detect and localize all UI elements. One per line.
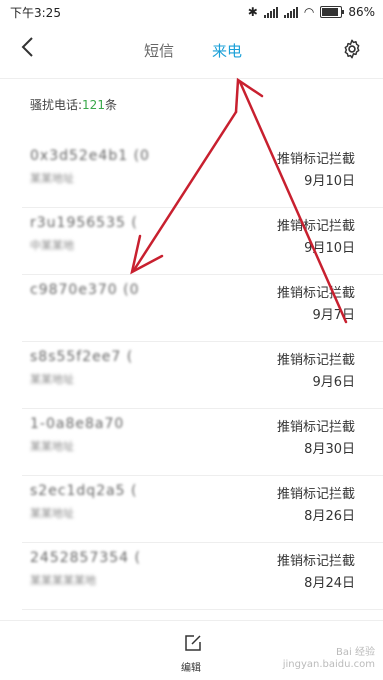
status-icons: ✱ ◠ 86% (248, 5, 375, 19)
watermark-url: jingyan.baidu.com (282, 659, 375, 670)
call-number: r3u1956535 ( (30, 215, 138, 231)
call-date: 8月26日 (304, 509, 355, 524)
call-date: 9月6日 (312, 375, 355, 390)
wifi-icon: ◠ (303, 5, 315, 19)
call-date: 8月24日 (304, 576, 355, 591)
call-number: c9870e370 (0 (30, 282, 140, 298)
watermark-brand: Bai 经验 (336, 647, 375, 658)
call-date: 9月10日 (304, 241, 355, 256)
call-location: 某某地址 (30, 172, 74, 185)
row-divider (22, 609, 383, 610)
tab-sms[interactable]: 短信 (144, 40, 174, 61)
signal-icon (263, 6, 278, 18)
chevron-left-icon (21, 37, 33, 57)
call-row[interactable]: s2ec1dq2a5 ( 某某地址 推销标记拦截 8月26日 (0, 475, 383, 543)
call-row[interactable]: 0x3d52e4b1 (0 某某地址 推销标记拦截 9月10日 (0, 140, 383, 208)
call-date: 9月10日 (304, 174, 355, 189)
call-location: 某某地址 (30, 440, 74, 453)
call-row[interactable]: c9870e370 (0 推销标记拦截 9月7日 (0, 274, 383, 342)
battery-icon (320, 6, 345, 18)
call-number: s8s55f2ee7 ( (30, 349, 134, 365)
call-tag: 推销标记拦截 (276, 219, 355, 234)
battery-percent: 86% (348, 5, 375, 19)
call-number: 0x3d52e4b1 (0 (30, 148, 150, 164)
call-number: 2452857354 ( (30, 550, 141, 566)
back-button[interactable] (20, 36, 48, 64)
bluetooth-icon: ✱ (247, 5, 258, 19)
call-date: 9月7日 (312, 308, 355, 323)
nav-divider (0, 78, 383, 79)
signal-icon-2 (283, 6, 298, 18)
call-tag: 推销标记拦截 (276, 286, 355, 301)
spam-count-unit: 条 (104, 98, 117, 112)
call-location: 某某某某某地 (30, 574, 96, 587)
watermark: Bai 经验 jingyan.baidu.com (283, 647, 375, 671)
call-location: 中某某地 (30, 239, 74, 252)
call-number: 1-0a8e8a70 (30, 416, 125, 432)
call-tag: 推销标记拦截 (276, 554, 355, 569)
edit-label[interactable]: 编辑 (181, 659, 201, 674)
call-date: 8月30日 (304, 442, 355, 457)
tab-calls[interactable]: 来电 (212, 40, 242, 61)
spam-count: 骚扰电话:121条 (30, 96, 117, 113)
nav-bar: 短信 来电 (0, 28, 383, 72)
status-bar: 下午3:25 ✱ ◠ 86% (0, 0, 383, 24)
call-row[interactable]: s8s55f2ee7 ( 某某地址 推销标记拦截 9月6日 (0, 341, 383, 409)
call-tag: 推销标记拦截 (276, 487, 355, 502)
call-number: s2ec1dq2a5 ( (30, 483, 138, 499)
call-row[interactable]: 2452857354 ( 某某某某某地 推销标记拦截 8月24日 (0, 542, 383, 610)
call-row[interactable]: r3u1956535 ( 中某某地 推销标记拦截 9月10日 (0, 207, 383, 275)
spam-count-label: 骚扰电话: (30, 98, 83, 112)
call-location: 某某地址 (30, 507, 74, 520)
call-tag: 推销标记拦截 (276, 420, 355, 435)
call-tag: 推销标记拦截 (276, 353, 355, 368)
gear-icon (344, 39, 360, 59)
call-location: 某某地址 (30, 373, 74, 386)
edit-button[interactable] (183, 633, 203, 653)
arrow-to-tab-head (234, 77, 264, 114)
settings-button[interactable] (341, 38, 365, 62)
call-tag: 推销标记拦截 (276, 152, 355, 167)
status-time: 下午3:25 (10, 5, 61, 20)
call-row[interactable]: 1-0a8e8a70 某某地址 推销标记拦截 8月30日 (0, 408, 383, 476)
edit-icon (185, 635, 201, 651)
spam-count-number: 121 (82, 98, 105, 112)
